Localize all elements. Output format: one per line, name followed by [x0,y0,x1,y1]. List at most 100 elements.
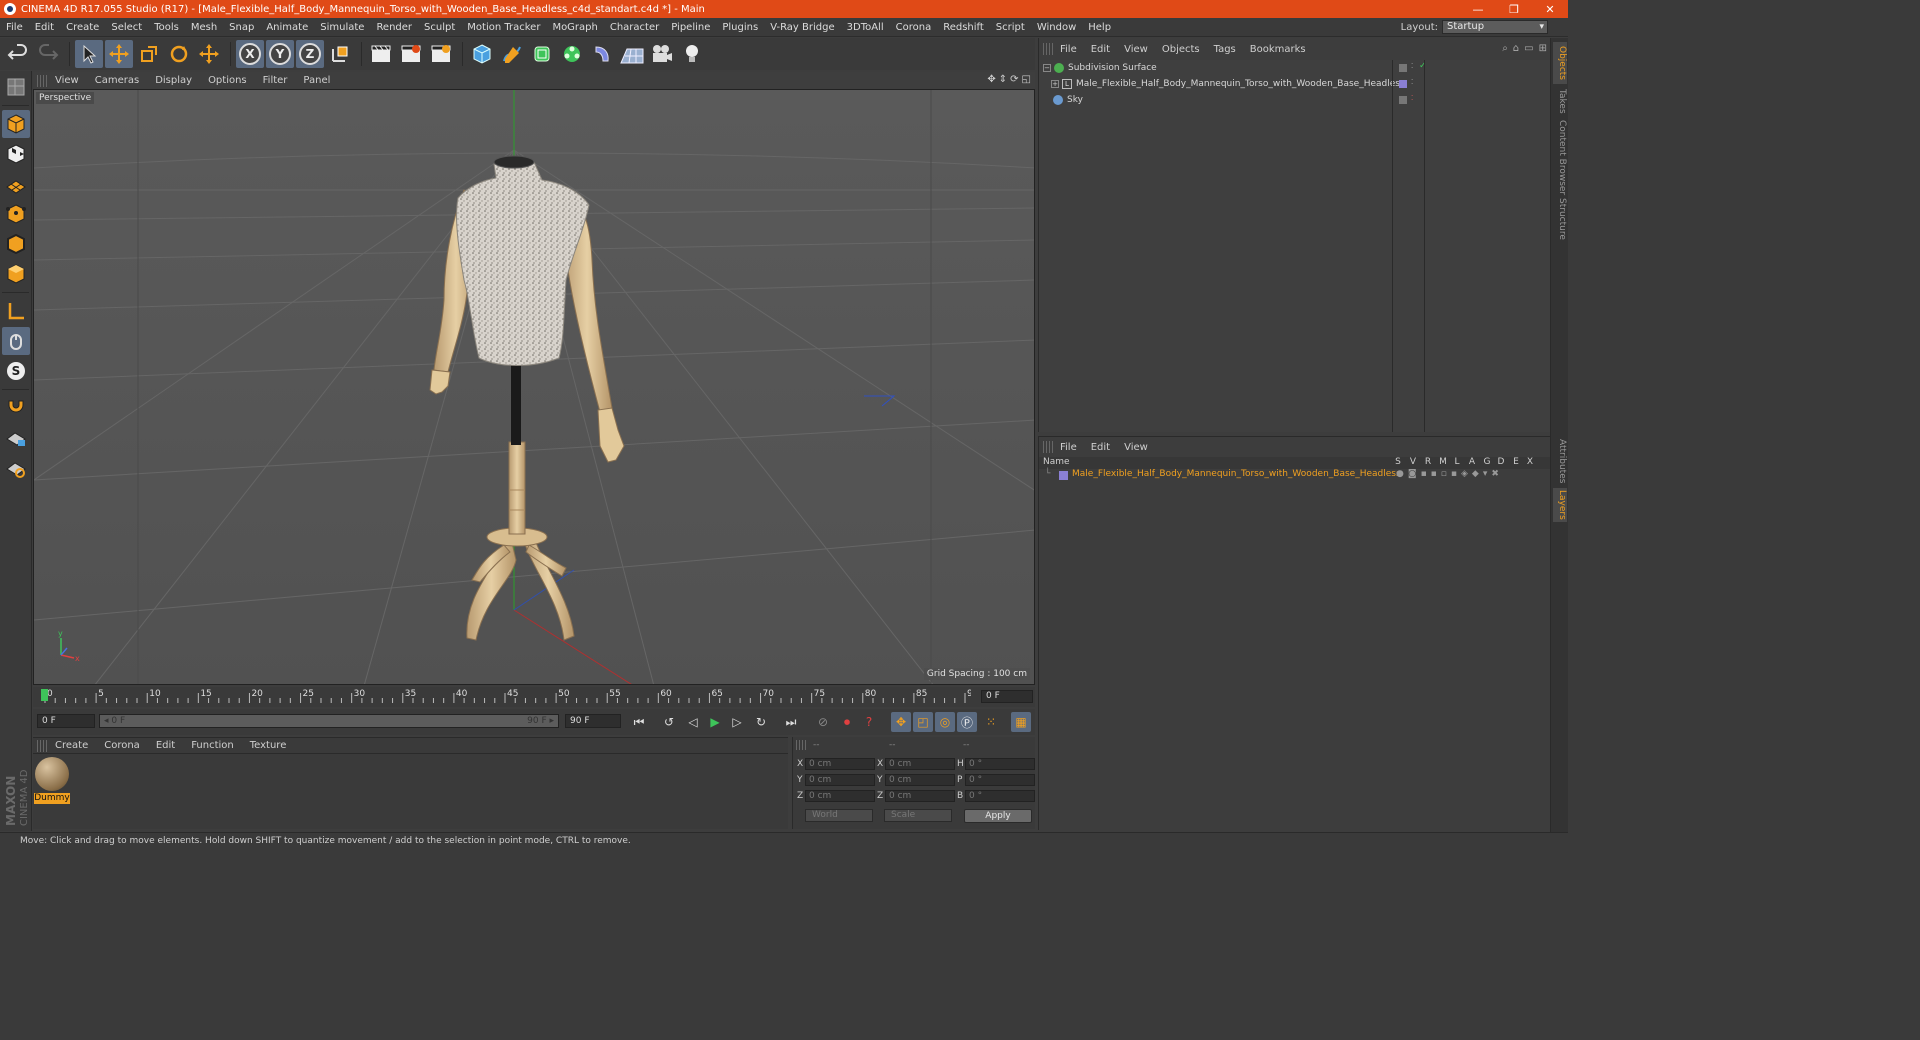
tab-content-browser[interactable]: Content Browser [1553,120,1567,196]
objects-menu-edit[interactable]: Edit [1084,44,1117,55]
objects-menu-bookmarks[interactable]: Bookmarks [1243,44,1313,55]
menu-sculpt[interactable]: Sculpt [418,22,461,33]
add-cloner-button[interactable] [558,40,586,68]
pos-y-field[interactable]: 0 cm [805,774,875,786]
material-menu-function[interactable]: Function [183,740,242,751]
expand-toggle-icon[interactable]: + [1051,80,1059,88]
menu-render[interactable]: Render [370,22,418,33]
y-axis-lock-button[interactable]: Y [266,40,294,68]
column-deformers[interactable]: D [1494,457,1508,467]
tab-structure[interactable]: Structure [1553,198,1567,240]
add-floor-button[interactable] [618,40,646,68]
viewport-camera-label[interactable]: Perspective [36,92,95,104]
layer-color-swatch[interactable] [1059,471,1068,480]
go-to-start-button[interactable]: ⏮ [629,712,649,732]
home-icon[interactable]: ⌂ [1513,43,1519,54]
object-name[interactable]: Sky [1067,95,1083,105]
size-x-field[interactable]: 0 cm [885,758,955,770]
viewport-menu-options[interactable]: Options [200,75,255,86]
menu-corona[interactable]: Corona [890,22,938,33]
layers-menu-file[interactable]: File [1053,442,1084,453]
zoom-view-icon[interactable]: ⇕ [999,74,1007,85]
polygons-mode-button[interactable] [2,260,30,288]
key-rotation-button[interactable]: ◎ [935,712,955,732]
menu-simulate[interactable]: Simulate [314,22,370,33]
material-preview-sphere[interactable] [35,757,69,791]
new-window-icon[interactable]: ▭ [1524,43,1533,54]
viewport-menu-display[interactable]: Display [147,75,200,86]
add-light-button[interactable] [678,40,706,68]
menu-motion-tracker[interactable]: Motion Tracker [461,22,546,33]
workplane-mode-button[interactable] [2,170,30,198]
end-frame-field[interactable]: 90 F [565,714,621,728]
pos-z-field[interactable]: 0 cm [805,790,875,802]
material-menu-texture[interactable]: Texture [242,740,295,751]
next-frame-button[interactable]: ▷ [727,712,747,732]
object-name[interactable]: Subdivision Surface [1068,63,1157,73]
go-to-end-button[interactable]: ⏭ [781,712,801,732]
column-render[interactable]: R [1421,457,1435,467]
column-locked[interactable]: L [1450,457,1464,467]
rot-h-field[interactable]: 0 ° [965,758,1035,770]
make-editable-button[interactable] [2,73,30,101]
menu-edit[interactable]: Edit [29,22,60,33]
tab-layers[interactable]: Layers [1553,488,1567,522]
render-picture-viewer-button[interactable] [397,40,425,68]
autokey-button[interactable]: ⏺ [837,712,857,732]
z-axis-lock-button[interactable]: Z [296,40,324,68]
add-camera-button[interactable] [648,40,676,68]
key-pla-button[interactable]: ⁙ [981,712,1001,732]
axis-mode-button[interactable] [2,297,30,325]
visibility-dots-icon[interactable]: ⁚ [1411,94,1419,102]
texture-mode-button[interactable] [2,140,30,168]
size-mode-dropdown[interactable]: Scale [884,809,952,822]
pos-x-field[interactable]: 0 cm [805,758,875,770]
undo-button[interactable] [4,40,32,68]
viewport-menu-view[interactable]: View [47,75,87,86]
solo-mode-button[interactable]: S [2,357,30,385]
viewport-menu-cameras[interactable]: Cameras [87,75,147,86]
object-name[interactable]: Male_Flexible_Half_Body_Mannequin_Torso_… [1076,79,1405,89]
objects-menu-objects[interactable]: Objects [1155,44,1207,55]
apply-button[interactable]: Apply [964,809,1032,823]
search-icon[interactable]: ⌕ [1502,43,1508,54]
column-expressions[interactable]: E [1509,457,1523,467]
material-name-label[interactable]: Dummy [34,793,70,804]
objects-menu-view[interactable]: View [1117,44,1155,55]
object-row-mannequin[interactable]: + L Male_Flexible_Half_Body_Mannequin_To… [1039,76,1551,92]
layer-row[interactable]: └ Male_Flexible_Half_Body_Mannequin_Tors… [1039,469,1551,483]
points-mode-button[interactable] [2,200,30,228]
tab-takes[interactable]: Takes [1553,86,1567,116]
render-settings-button[interactable] [427,40,455,68]
tab-attributes[interactable]: Attributes [1553,438,1567,484]
column-solo[interactable]: S [1391,457,1405,467]
menu-window[interactable]: Window [1031,22,1082,33]
redo-button[interactable] [34,40,62,68]
column-view[interactable]: V [1406,457,1420,467]
expand-panel-icon[interactable]: ⊞ [1539,43,1547,54]
timeline-ruler[interactable]: 051015202530354045505560657075808590 0 F [33,687,1035,707]
menu-3dtoall[interactable]: 3DToAll [841,22,890,33]
coordinate-space-dropdown[interactable]: World [805,809,873,822]
viewport-menu-panel[interactable]: Panel [295,75,338,86]
viewport-menu-filter[interactable]: Filter [255,75,296,86]
scale-tool-button[interactable] [135,40,163,68]
size-y-field[interactable]: 0 cm [885,774,955,786]
add-spline-pen-button[interactable] [498,40,526,68]
render-view-button[interactable] [367,40,395,68]
material-menu-corona[interactable]: Corona [96,740,148,751]
rotate-tool-button[interactable] [165,40,193,68]
add-cube-button[interactable] [468,40,496,68]
visibility-dots-icon[interactable]: ⁚ [1411,62,1419,70]
rot-b-field[interactable]: 0 ° [965,790,1035,802]
move-tool-button[interactable] [105,40,133,68]
add-subdivision-button[interactable] [528,40,556,68]
layer-color-swatch[interactable] [1399,96,1407,104]
material-menu-edit[interactable]: Edit [148,740,183,751]
layers-menu-view[interactable]: View [1117,442,1155,453]
menu-pipeline[interactable]: Pipeline [665,22,716,33]
add-deformer-button[interactable] [588,40,616,68]
layer-flag-icons[interactable]: ●◙▪▪▫▪◈◆▾✖ [1396,469,1503,479]
enabled-check-icon[interactable]: ✓ [1419,61,1427,71]
menu-vray-bridge[interactable]: V-Ray Bridge [764,22,840,33]
